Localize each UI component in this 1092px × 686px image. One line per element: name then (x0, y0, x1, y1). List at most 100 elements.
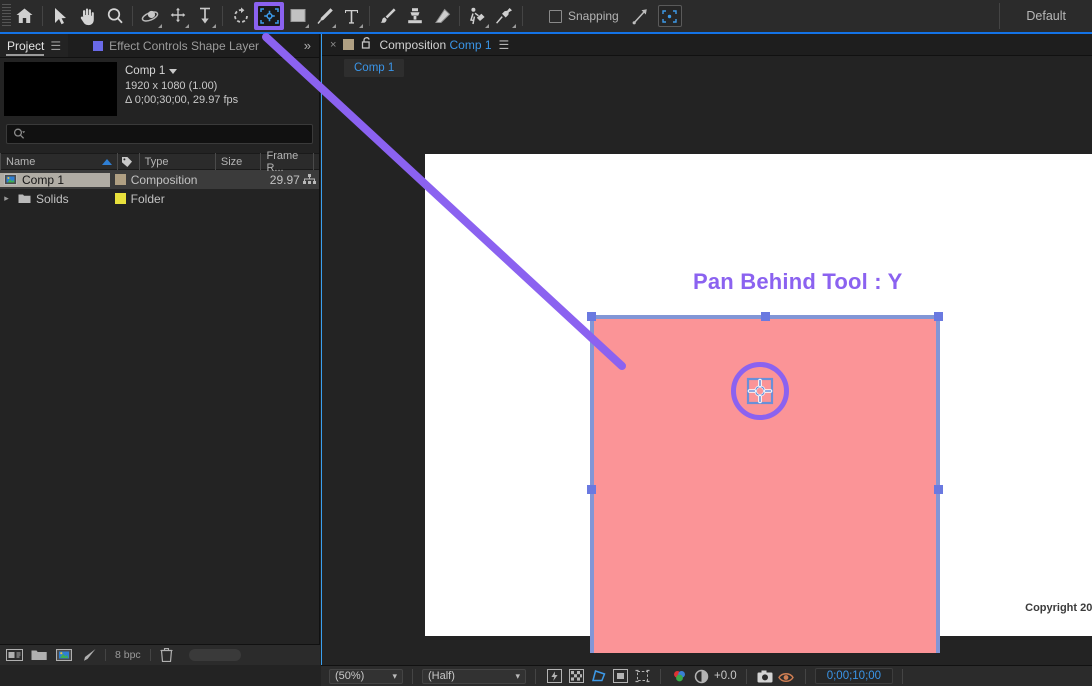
composition-panel-menu-icon[interactable]: ☰ (499, 38, 510, 52)
bottom-divider (804, 668, 806, 684)
channel-rgb-icon[interactable] (670, 669, 688, 684)
type-tool[interactable] (338, 3, 365, 30)
snap-align-icon[interactable] (627, 3, 654, 30)
home-icon[interactable] (11, 3, 38, 30)
panel-overflow-icon[interactable]: » (296, 34, 319, 57)
column-size-label: Size (220, 155, 243, 168)
title-action-safe-icon[interactable] (611, 669, 629, 684)
tool-expand-corner (305, 23, 309, 28)
resolution-dropdown[interactable]: (Half) ▾ (422, 668, 526, 684)
new-folder-icon[interactable] (30, 648, 48, 663)
project-panel-tabbar: Project ☰ Effect Controls Shape Layer » (0, 34, 319, 58)
zoom-level-dropdown[interactable]: (50%) ▾ (329, 668, 403, 684)
delete-icon[interactable] (158, 648, 176, 663)
bottom-divider (535, 668, 536, 684)
snapshot-icon[interactable] (756, 669, 774, 684)
composition-tab-title[interactable]: Composition Comp 1 (379, 38, 491, 52)
project-item-swatch-cell[interactable] (110, 174, 131, 185)
lock-icon[interactable] (361, 36, 372, 54)
zoom-level-value: (50%) (335, 670, 365, 682)
composition-viewer[interactable]: Pan Behind Tool : Y Copyright 2024 illua… (322, 80, 1092, 653)
selection-handle[interactable] (587, 485, 596, 494)
toolbar-divider (222, 6, 223, 26)
puppet-pin-tool[interactable] (491, 3, 518, 30)
column-end (313, 153, 319, 170)
project-preview-area: Comp 1 1920 x 1080 (1.00) Δ 0;00;30;00, … (0, 58, 319, 120)
comp-usage-icon[interactable] (300, 174, 319, 185)
selection-handle[interactable] (761, 312, 770, 321)
exposure-value[interactable]: +0.0 (714, 670, 737, 682)
bottom-divider (412, 668, 413, 684)
show-snapshot-icon[interactable] (778, 669, 796, 684)
chevron-down-icon: ▾ (515, 670, 520, 681)
rectangle-tool[interactable] (284, 3, 311, 30)
pan-camera-tool[interactable] (164, 3, 191, 30)
search-input[interactable] (6, 124, 313, 144)
panel-resize-pill[interactable] (188, 649, 241, 661)
fast-previews-icon[interactable] (545, 669, 563, 684)
tab-project[interactable]: Project ☰ (0, 34, 69, 57)
workspace-selector[interactable]: Default (999, 0, 1092, 33)
selection-tool[interactable] (47, 3, 74, 30)
project-item-name-cell[interactable]: ▸ Solids (0, 192, 110, 206)
zoom-tool[interactable] (101, 3, 128, 30)
column-size[interactable]: Size (214, 153, 261, 170)
roto-brush-tool[interactable] (464, 3, 491, 30)
project-item-name-cell[interactable]: Comp 1 (0, 172, 110, 187)
exposure-reset-icon[interactable] (692, 669, 710, 684)
dolly-tool[interactable] (191, 3, 218, 30)
rotation-tool[interactable] (227, 3, 254, 30)
tool-expand-corner (485, 23, 489, 28)
orbit-tool[interactable] (137, 3, 164, 30)
transparency-grid-icon[interactable] (567, 669, 585, 684)
toolbar-divider (459, 6, 460, 26)
column-name[interactable]: Name (0, 153, 117, 170)
breadcrumb[interactable]: Comp 1 (344, 59, 405, 77)
selection-handle[interactable] (934, 485, 943, 494)
column-name-label: Name (6, 155, 36, 168)
project-panel-menu-icon[interactable]: ☰ (50, 39, 61, 53)
region-of-interest-icon[interactable] (633, 669, 651, 684)
tab-effect-controls[interactable]: Effect Controls Shape Layer (86, 34, 266, 57)
project-item-label: Comp 1 (22, 172, 65, 187)
column-label-swatch[interactable] (116, 153, 139, 170)
anchor-point-icon[interactable] (746, 377, 774, 405)
color-depth-button[interactable]: 8 bpc (105, 649, 151, 661)
comp-name: Comp 1 (125, 65, 166, 77)
toolbar-grip[interactable] (2, 4, 11, 28)
interpret-footage-icon[interactable] (5, 648, 23, 663)
project-panel: Project ☰ Effect Controls Shape Layer » … (0, 34, 320, 665)
disclosure-triangle-icon[interactable]: ▸ (0, 193, 13, 204)
label-color-swatch (114, 193, 126, 204)
brush-tool[interactable] (374, 3, 401, 30)
new-composition-icon[interactable] (55, 648, 73, 663)
project-item-swatch-cell[interactable] (110, 193, 131, 204)
snapping-label: Snapping (568, 9, 619, 23)
project-column-headers: Name Type Size Frame R... (0, 150, 319, 174)
table-row[interactable]: ▸ Solids Folder (0, 189, 319, 208)
sort-ascending-icon[interactable] (101, 158, 112, 165)
comp-name-row[interactable]: Comp 1 (125, 64, 238, 79)
project-settings-icon[interactable] (80, 648, 98, 663)
hand-tool[interactable] (74, 3, 101, 30)
selection-handle[interactable] (934, 312, 943, 321)
project-item-frame-rate: 29.97 (269, 172, 300, 187)
timecode-field[interactable]: 0;00;10;00 (814, 668, 894, 684)
composition-canvas[interactable]: Pan Behind Tool : Y Copyright 2024 illua… (425, 154, 1092, 653)
snap-targets-icon[interactable] (657, 5, 682, 27)
column-frame-rate-label: Frame R... (266, 149, 299, 174)
clone-stamp-tool[interactable] (401, 3, 428, 30)
pan-behind-tool[interactable] (254, 2, 284, 30)
chevron-down-icon[interactable] (169, 68, 178, 74)
mask-paths-icon[interactable] (589, 669, 607, 684)
snapping-checkbox[interactable] (549, 9, 562, 23)
snapping-control[interactable]: Snapping (549, 9, 619, 23)
column-type[interactable]: Type (138, 153, 215, 170)
pen-tool[interactable] (311, 3, 338, 30)
workspace-label[interactable]: Default (1000, 9, 1092, 23)
toolbar-divider (132, 6, 133, 26)
eraser-tool[interactable] (428, 3, 455, 30)
close-icon[interactable]: × (330, 39, 336, 51)
selection-handle[interactable] (587, 312, 596, 321)
column-frame-rate[interactable]: Frame R... (260, 150, 313, 174)
